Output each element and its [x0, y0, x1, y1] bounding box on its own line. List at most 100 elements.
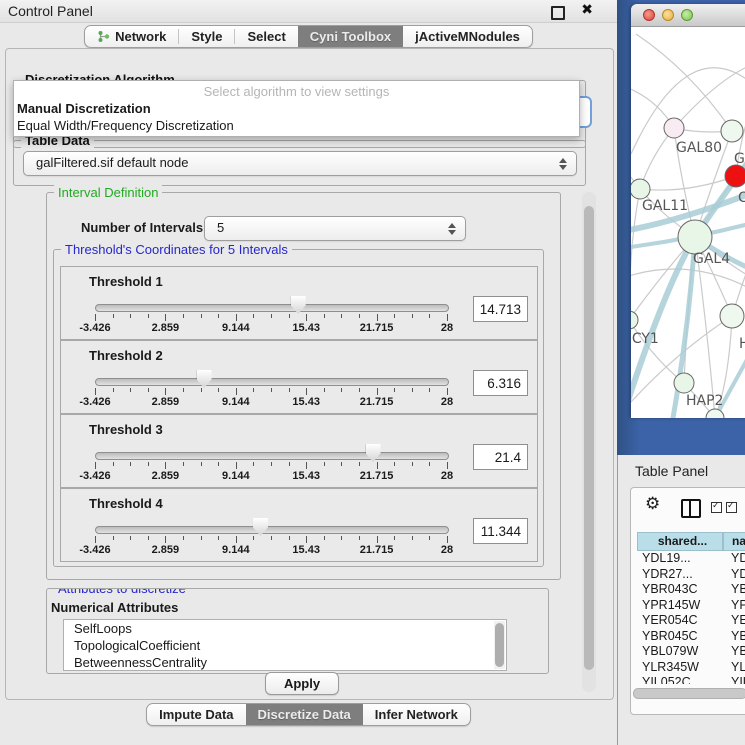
network-node[interactable]: [725, 165, 745, 187]
tick-mark: [394, 388, 395, 392]
threshold-label: Threshold 1: [89, 274, 163, 289]
algorithm-option[interactable]: Manual Discretization: [17, 101, 151, 116]
attribute-item[interactable]: BetweennessCentrality: [64, 654, 506, 671]
table-row[interactable]: YBR045CYBR0: [637, 629, 745, 645]
table-row[interactable]: YBL079WYBL0: [637, 644, 745, 660]
table-row[interactable]: YDR27...YDR2: [637, 567, 745, 583]
threshold-value-field[interactable]: 6.316: [473, 370, 528, 396]
apply-button[interactable]: Apply: [265, 672, 339, 695]
threshold-value-field[interactable]: 14.713: [473, 296, 528, 322]
node-label: GAL11: [642, 198, 688, 214]
minimize-traffic-light[interactable]: [662, 9, 674, 21]
tick-mark: [306, 314, 307, 321]
columns-table-icon[interactable]: [681, 499, 701, 518]
number-of-intervals-combobox[interactable]: 5: [204, 216, 466, 241]
table-row[interactable]: YBR043CYBR0: [637, 582, 745, 598]
table-row[interactable]: YER054CYER0: [637, 613, 745, 629]
table-cell: YDR27...: [637, 567, 723, 583]
table-cell: YBR0: [723, 629, 745, 645]
tab-label: Style: [191, 26, 222, 47]
numerical-attributes-list[interactable]: SelfLoopsTopologicalCoefficientBetweenne…: [63, 619, 507, 671]
gear-icon[interactable]: ⚙: [645, 494, 660, 514]
checkbox-icon[interactable]: [726, 502, 737, 513]
tab-label: Infer Network: [375, 704, 458, 725]
table-cell: YER0: [723, 613, 745, 629]
network-window-titlebar: [631, 4, 745, 27]
node-table: shared... na YDL19...YDL1YDR27...YDR2YBR…: [637, 532, 745, 684]
tick-mark: [183, 462, 184, 466]
tick-label: 21.715: [360, 544, 394, 556]
tick-mark: [377, 314, 378, 321]
popup-hint: Select algorithm to view settings: [14, 84, 579, 99]
settings-scrollbar[interactable]: [582, 192, 596, 692]
network-canvas[interactable]: GAL80GAGAL11CGAL4GCY1HHAP2: [631, 26, 745, 418]
tab-select[interactable]: Select: [235, 26, 297, 47]
table-row[interactable]: YIL052CYIL0: [637, 675, 745, 684]
slider-track[interactable]: [95, 452, 449, 460]
tick-mark: [359, 536, 360, 540]
checkbox-icon[interactable]: [711, 502, 722, 513]
control-panel-titlebar: Control Panel ✖: [0, 0, 617, 23]
tick-mark: [95, 314, 96, 321]
threshold-label: Threshold 2: [89, 348, 163, 363]
tab-impute-data[interactable]: Impute Data: [147, 704, 245, 725]
table-row[interactable]: YDL19...YDL1: [637, 551, 745, 567]
table-cell: YDR2: [723, 567, 745, 583]
attribute-item[interactable]: TopologicalCoefficient: [64, 637, 506, 654]
attribute-item[interactable]: SelfLoops: [64, 620, 506, 637]
tab-cyni-toolbox[interactable]: Cyni Toolbox: [298, 26, 403, 47]
column-header[interactable]: na: [723, 532, 745, 551]
network-node[interactable]: [631, 311, 638, 329]
close-traffic-light[interactable]: [643, 9, 655, 21]
tick-label: 2.859: [152, 396, 180, 408]
zoom-traffic-light[interactable]: [681, 9, 693, 21]
network-node[interactable]: [678, 220, 712, 254]
slider-track[interactable]: [95, 378, 449, 386]
network-node[interactable]: [720, 304, 744, 328]
tab-network[interactable]: Network: [85, 26, 178, 47]
tick-label: 15.43: [292, 322, 320, 334]
column-header[interactable]: shared...: [637, 532, 723, 551]
table-panel-title: Table Panel: [635, 463, 708, 479]
node-label: H: [739, 336, 745, 352]
tick-mark: [306, 462, 307, 469]
tick-label: 15.43: [292, 396, 320, 408]
node-label: HAP2: [686, 393, 723, 409]
float-window-icon[interactable]: [551, 6, 565, 20]
tab-discretize-data[interactable]: Discretize Data: [246, 704, 363, 725]
group-title: Attributes to discretize: [54, 588, 190, 596]
tick-mark: [218, 536, 219, 540]
tab-jactivemnodules[interactable]: jActiveMNodules: [403, 26, 532, 47]
table-horizontal-scrollbar[interactable]: [633, 688, 745, 699]
tick-mark: [341, 536, 342, 540]
network-node[interactable]: [664, 118, 684, 138]
tab-style[interactable]: Style: [179, 26, 234, 47]
slider-track[interactable]: [95, 526, 449, 534]
table-cell: YDL1: [723, 551, 745, 567]
node-label: GA: [734, 151, 745, 167]
tick-mark: [306, 388, 307, 395]
close-icon[interactable]: ✖: [581, 2, 593, 18]
network-node[interactable]: [674, 373, 694, 393]
tick-mark: [429, 536, 430, 540]
network-node[interactable]: [721, 120, 743, 142]
threshold-label: Threshold 3: [89, 422, 163, 437]
table-data-combobox[interactable]: galFiltered.sif default node: [23, 151, 577, 176]
threshold-value-field[interactable]: 11.344: [473, 518, 528, 544]
node-label: GAL4: [693, 251, 730, 267]
tick-mark: [236, 388, 237, 395]
table-row[interactable]: YLR345WYLR3: [637, 660, 745, 676]
slider-track[interactable]: [95, 304, 449, 312]
tick-mark: [447, 388, 448, 395]
tick-label: 21.715: [360, 470, 394, 482]
list-scrollbar[interactable]: [494, 621, 505, 669]
tick-label: 28: [441, 396, 453, 408]
algorithm-option[interactable]: Equal Width/Frequency Discretization: [17, 118, 234, 133]
tab-infer-network[interactable]: Infer Network: [363, 704, 470, 725]
tick-mark: [429, 388, 430, 392]
threshold-value-field[interactable]: 21.4: [473, 444, 528, 470]
network-node[interactable]: [631, 179, 650, 199]
table-row[interactable]: YPR145WYPR1: [637, 598, 745, 614]
tick-mark: [165, 462, 166, 469]
tick-mark: [253, 462, 254, 466]
